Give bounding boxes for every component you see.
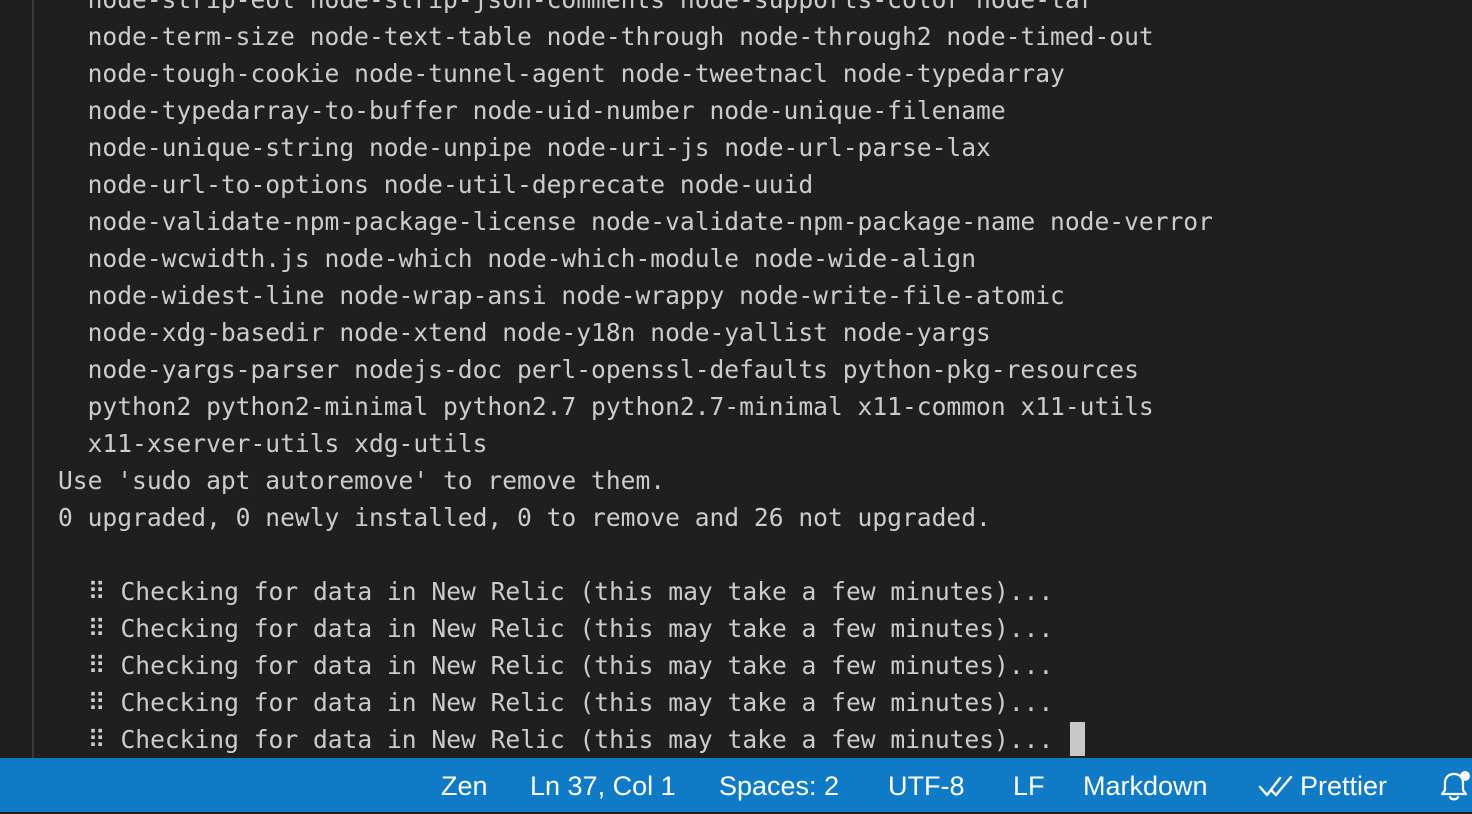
terminal-output: node-strip-eol node-strip-json-comments …: [58, 0, 1213, 758]
terminal-gutter-divider: [32, 0, 34, 758]
spinner-line: ⠿ Checking for data in New Relic (this m…: [58, 721, 1213, 758]
terminal-line: node-tough-cookie node-tunnel-agent node…: [58, 59, 1065, 88]
terminal-panel[interactable]: node-strip-eol node-strip-json-comments …: [0, 0, 1472, 758]
terminal-line: Use 'sudo apt autoremove' to remove them…: [58, 466, 666, 495]
indentation-selector[interactable]: Spaces: 2: [719, 758, 839, 812]
spinner-message: Checking for data in New Relic (this may…: [120, 651, 1054, 680]
spinner-line: ⠿ Checking for data in New Relic (this m…: [58, 647, 1213, 684]
spinner-line: ⠿ Checking for data in New Relic (this m…: [58, 573, 1213, 610]
terminal-line: node-validate-npm-package-license node-v…: [58, 207, 1213, 236]
terminal-line: node-unique-string node-unpipe node-uri-…: [58, 133, 991, 162]
terminal-line: node-strip-eol node-strip-json-comments …: [58, 0, 1213, 18]
spinner-message: Checking for data in New Relic (this may…: [120, 577, 1054, 606]
terminal-line: node-wcwidth.js node-which node-which-mo…: [58, 244, 977, 273]
cursor-position-indicator[interactable]: Ln 37, Col 1: [530, 758, 676, 812]
terminal-line: node-term-size node-text-table node-thro…: [58, 22, 1154, 51]
double-check-icon: [1258, 775, 1293, 797]
spinner-message: Checking for data in New Relic (this may…: [120, 614, 1054, 643]
end-of-line-selector[interactable]: LF: [1013, 758, 1045, 812]
prettier-status-button[interactable]: Prettier: [1258, 758, 1387, 812]
prettier-label: Prettier: [1300, 771, 1388, 801]
spinner-icon: ⠿: [87, 725, 106, 754]
spinner-icon: ⠿: [87, 614, 106, 643]
language-mode-selector[interactable]: Markdown: [1083, 758, 1208, 812]
status-bar: Zen Ln 37, Col 1 Spaces: 2 UTF-8 LF Mark…: [0, 758, 1472, 812]
spinner-icon: ⠿: [87, 651, 106, 680]
zen-mode-indicator[interactable]: Zen: [441, 758, 488, 812]
terminal-line: x11-xserver-utils xdg-utils: [58, 429, 488, 458]
terminal-line: node-xdg-basedir node-xtend node-y18n no…: [58, 318, 991, 347]
spinner-line: ⠿ Checking for data in New Relic (this m…: [58, 684, 1213, 721]
terminal-line: python2 python2-minimal python2.7 python…: [58, 392, 1154, 421]
terminal-line: node-widest-line node-wrap-ansi node-wra…: [58, 281, 1065, 310]
terminal-line: node-url-to-options node-util-deprecate …: [58, 170, 814, 199]
spinner-line: ⠿ Checking for data in New Relic (this m…: [58, 610, 1213, 647]
encoding-selector[interactable]: UTF-8: [888, 758, 965, 812]
spinner-message: Checking for data in New Relic (this may…: [120, 725, 1054, 754]
spinner-message: Checking for data in New Relic (this may…: [120, 688, 1054, 717]
terminal-cursor: [1070, 722, 1086, 756]
terminal-line: node-yargs-parser nodejs-doc perl-openss…: [58, 355, 1139, 384]
bell-icon[interactable]: [1436, 768, 1472, 804]
terminal-line: 0 upgraded, 0 newly installed, 0 to remo…: [58, 503, 991, 532]
terminal-line: node-typedarray-to-buffer node-uid-numbe…: [58, 96, 1006, 125]
spinner-icon: ⠿: [87, 688, 106, 717]
spinner-icon: ⠿: [87, 577, 106, 606]
